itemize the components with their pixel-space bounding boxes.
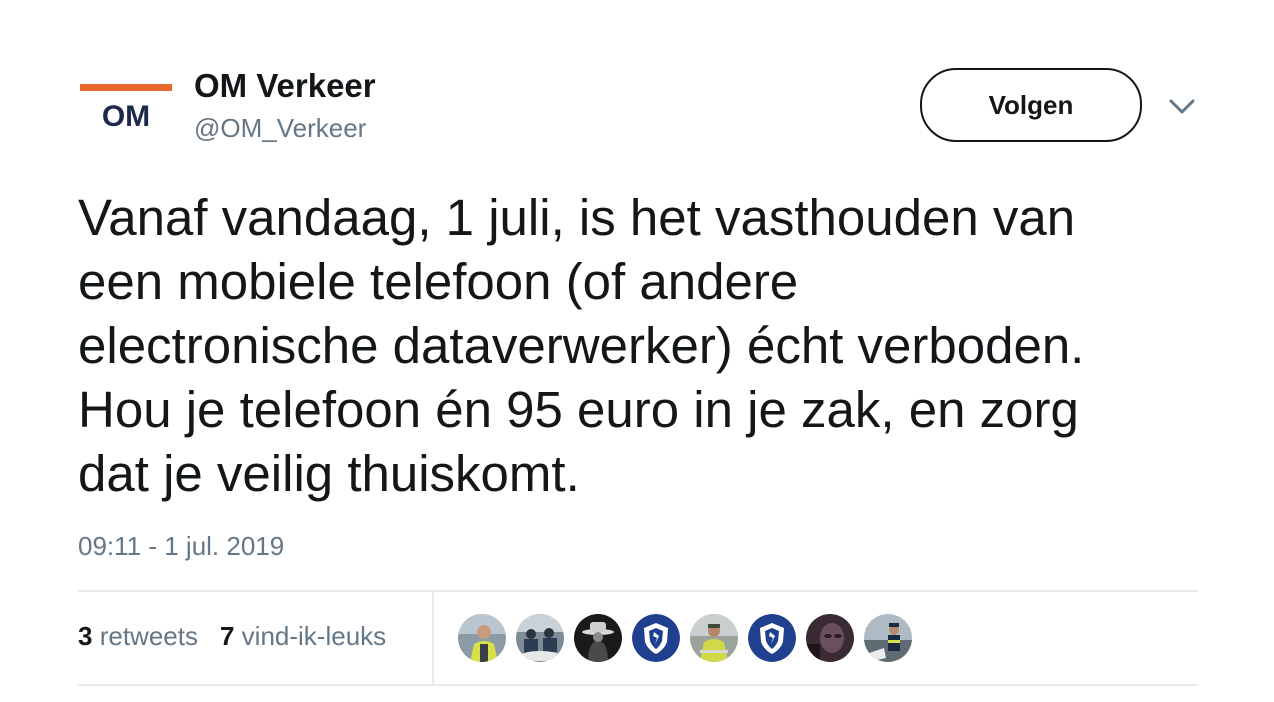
tweet-line: dat je veilig thuiskomt. [78,445,580,502]
liker-avatar[interactable] [574,614,622,662]
hat-silhouette-photo-icon [574,614,622,662]
liker-avatar[interactable] [864,614,912,662]
motorcycle-officers-photo-icon [516,614,564,662]
tweet-timestamp[interactable]: 09:11 - 1 jul. 2019 [78,530,284,562]
likers-avatars [458,614,922,662]
likes-count: 7 [219,621,235,651]
stats-divider [432,592,434,684]
logo-text: OM [102,100,150,133]
display-name[interactable]: OM Verkeer [194,66,376,106]
police-badge-logo-icon [632,614,680,662]
retweets-stat[interactable]: 3 retweets [78,618,198,654]
divider [78,684,1198,686]
tweet-line: een mobiele telefoon (of andere [78,253,799,310]
liker-avatar[interactable] [806,614,854,662]
tweet-line: Vanaf vandaag, 1 juli, is het vasthouden… [78,189,1076,246]
retweets-count: 3 [78,621,93,651]
tweet-line: Hou je telefoon én 95 euro in je zak, en… [78,381,1079,438]
person-yellow-vest-photo-icon [690,614,738,662]
person-yellow-vest-photo-icon [458,614,506,662]
likes-stat[interactable]: 7 vind-ik-leuks [220,618,386,654]
likes-label: vind-ik-leuks [241,621,387,651]
liker-avatar[interactable] [458,614,506,662]
account-handle[interactable]: @OM_Verkeer [194,112,366,144]
tweet-card: OM OM Verkeer @OM_Verkeer Volgen Vanaf v… [0,0,1274,702]
tweet-text: Vanaf vandaag, 1 juli, is het vasthouden… [78,186,1208,506]
tweet-stats: 3 retweets 7 vind-ik-leuks [78,618,408,654]
tweet-line: electronische dataverwerker) écht verbod… [78,317,1085,374]
om-logo-avatar[interactable]: OM [78,82,174,134]
divider [78,590,1198,592]
chevron-down-icon[interactable] [1166,96,1198,118]
follow-button[interactable]: Volgen [920,68,1142,142]
police-badge-logo-icon [748,614,796,662]
liker-avatar[interactable] [632,614,680,662]
liker-avatar[interactable] [516,614,564,662]
liker-avatar[interactable] [690,614,738,662]
officer-outdoor-photo-icon [864,614,912,662]
liker-avatar[interactable] [748,614,796,662]
dark-portrait-photo-icon [806,614,854,662]
retweets-label: retweets [99,621,198,651]
